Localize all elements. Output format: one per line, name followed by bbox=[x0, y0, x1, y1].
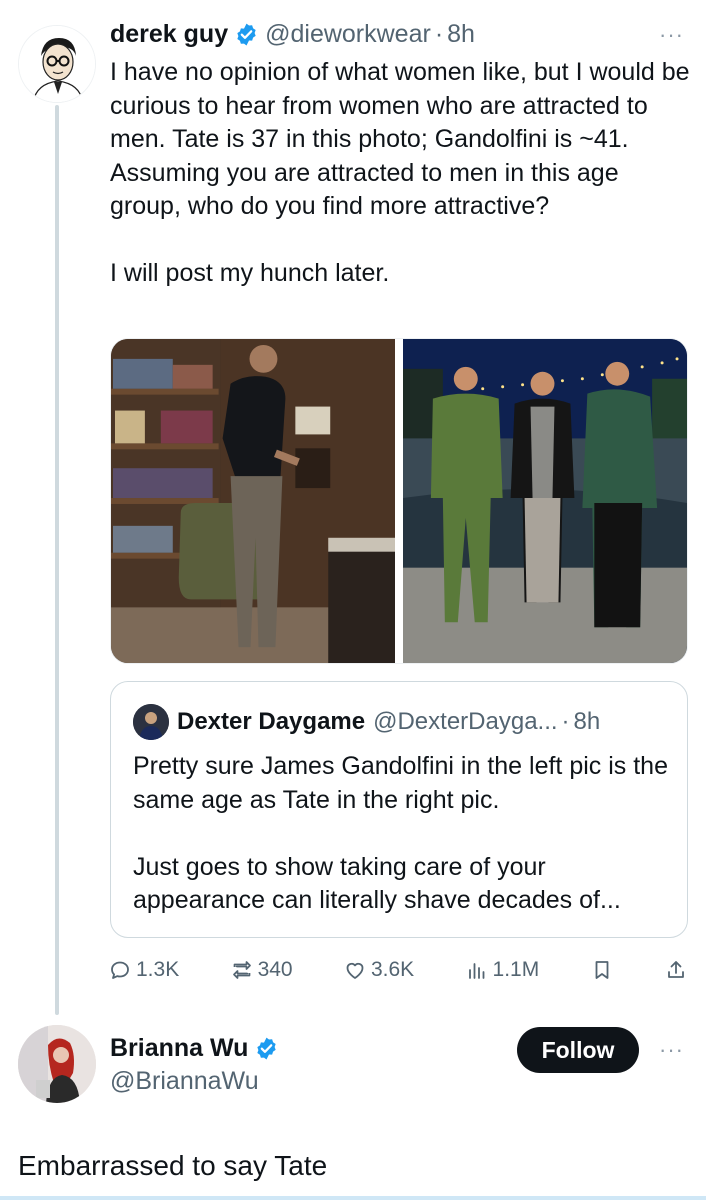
separator-dot: · bbox=[561, 708, 570, 735]
tweet-paragraph: I have no opinion of what women like, bu… bbox=[110, 58, 690, 220]
avatar[interactable] bbox=[18, 25, 96, 103]
author-name[interactable]: Brianna Wu bbox=[110, 1034, 248, 1063]
tweet-time[interactable]: 8h bbox=[447, 20, 475, 49]
avatar bbox=[133, 704, 169, 740]
share-button[interactable] bbox=[664, 958, 688, 982]
tweet-text: Embarrassed to say Tate bbox=[18, 1150, 328, 1181]
three-men-in-suits-photo[interactable] bbox=[403, 339, 687, 663]
tweet-header: Brianna Wu bbox=[110, 1034, 285, 1063]
verified-badge-icon bbox=[257, 1037, 277, 1060]
profile-photo-icon bbox=[18, 1025, 96, 1103]
quoted-author-handle: @DexterDayga... bbox=[373, 708, 558, 735]
more-options-icon[interactable]: ··· bbox=[659, 22, 684, 48]
thread-connector-line bbox=[55, 105, 59, 1015]
views-button[interactable]: 1.1M bbox=[465, 958, 540, 982]
separator-dot: · bbox=[434, 20, 444, 48]
quoted-tweet[interactable]: Dexter Daygame @DexterDayga... · 8h Pret… bbox=[110, 681, 688, 938]
quoted-author-name: Dexter Daygame bbox=[177, 708, 366, 735]
tweet-actions-bar: 1.3K 340 3.6K 1.1M bbox=[108, 952, 688, 988]
author-name[interactable]: derek guy bbox=[110, 20, 228, 49]
author-handle[interactable]: @dieworkwear bbox=[265, 20, 431, 49]
heart-icon bbox=[346, 962, 364, 979]
bookmark-button[interactable] bbox=[590, 958, 614, 982]
reply-button[interactable]: 1.3K bbox=[108, 958, 179, 982]
repost-count: 340 bbox=[257, 958, 293, 981]
repost-button[interactable]: 340 bbox=[230, 958, 293, 982]
man-in-office-photo[interactable] bbox=[111, 339, 395, 663]
reply-icon bbox=[111, 961, 129, 979]
office-scene-image bbox=[111, 339, 395, 663]
reply-count: 1.3K bbox=[136, 958, 180, 981]
repost-icon bbox=[232, 961, 251, 979]
illustrated-portrait-icon bbox=[19, 26, 95, 102]
avatar[interactable] bbox=[18, 1025, 96, 1103]
author-handle[interactable]: @BriannaWu bbox=[110, 1067, 259, 1096]
share-icon bbox=[668, 961, 684, 978]
quoted-tweet-text: Pretty sure James Gandolfini in the left… bbox=[133, 750, 673, 918]
views-chart-icon bbox=[468, 963, 484, 979]
like-count: 3.6K bbox=[370, 958, 415, 981]
portrait-icon bbox=[133, 704, 169, 740]
quoted-tweet-time: 8h bbox=[573, 708, 601, 735]
like-button[interactable]: 3.6K bbox=[343, 958, 414, 982]
night-event-image bbox=[403, 339, 687, 663]
bookmark-icon bbox=[595, 961, 608, 979]
tweet-text: I have no opinion of what women like, bu… bbox=[110, 56, 690, 291]
quoted-paragraph: Pretty sure James Gandolfini in the left… bbox=[133, 752, 668, 814]
follow-button[interactable]: Follow bbox=[517, 1027, 639, 1073]
tweet-media bbox=[110, 338, 688, 664]
tweet-header: derek guy @dieworkwear · 8h bbox=[110, 20, 475, 49]
quoted-paragraph: Just goes to show taking care of your ap… bbox=[133, 852, 621, 915]
bottom-divider bbox=[0, 1196, 706, 1200]
more-options-icon[interactable]: ··· bbox=[659, 1037, 684, 1063]
tweet-paragraph: I will post my hunch later. bbox=[110, 259, 390, 287]
quoted-tweet-header: Dexter Daygame @DexterDayga... · 8h bbox=[133, 704, 600, 740]
views-count: 1.1M bbox=[492, 958, 540, 981]
verified-badge-icon bbox=[237, 23, 256, 46]
